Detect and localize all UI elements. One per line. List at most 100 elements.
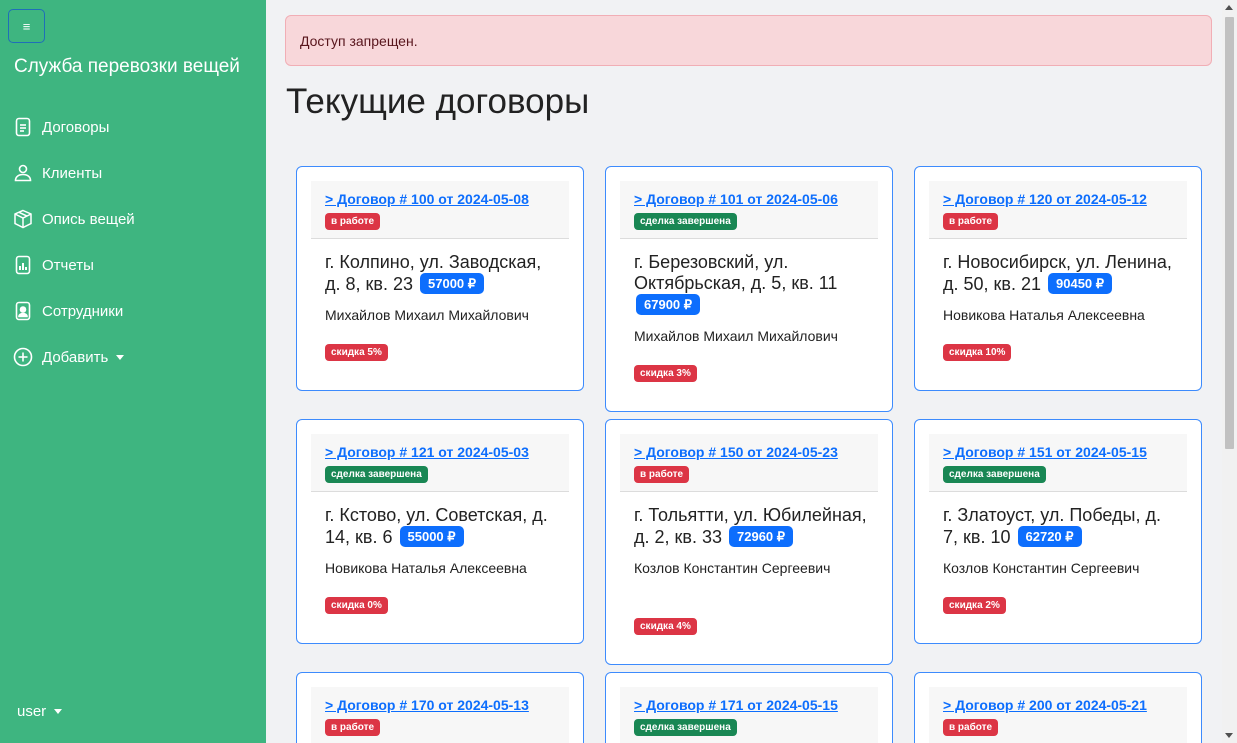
contract-link[interactable]: > Договор # 151 от 2024-05-15	[943, 444, 1173, 460]
user-menu[interactable]: user	[17, 703, 63, 720]
contract-link[interactable]: > Договор # 120 от 2024-05-12	[943, 191, 1173, 207]
contract-link[interactable]: > Договор # 170 от 2024-05-13	[325, 697, 555, 713]
price-badge: 55000 ₽	[399, 526, 464, 547]
address: г. Березовский, ул. Октябрьская, д. 5, к…	[634, 252, 868, 316]
status-badge: в работе	[943, 213, 999, 230]
sidebar-item-clients[interactable]: Клиенты	[12, 150, 135, 196]
card-header: > Договор # 101 от 2024-05-06 сделка зав…	[620, 181, 878, 239]
status-badge: в работе	[325, 719, 381, 736]
sidebar-item-label: Отчеты	[42, 256, 94, 274]
contract-link[interactable]: > Договор # 200 от 2024-05-21	[943, 697, 1173, 713]
discount-badge: скидка 10%	[943, 344, 1012, 361]
sidebar-item-label: Опись вещей	[42, 210, 135, 228]
contract-card: > Договор # 121 от 2024-05-03 сделка зав…	[296, 419, 584, 644]
card-header: > Договор # 170 от 2024-05-13 в работе	[311, 687, 569, 743]
contract-card: > Договор # 150 от 2024-05-23 в работе г…	[605, 419, 893, 665]
card-header: > Договор # 150 от 2024-05-23 в работе	[620, 434, 878, 492]
sidebar: ≡ Служба перевозки вещей Договоры Клиент…	[0, 0, 266, 743]
sidebar-nav: Договоры Клиенты Опись вещей Отчеты Сотр…	[12, 104, 135, 380]
client-name: Козлов Константин Сергеевич	[634, 560, 831, 576]
contract-link[interactable]: > Договор # 101 от 2024-05-06	[634, 191, 864, 207]
discount-badge: скидка 3%	[634, 365, 697, 382]
contract-link[interactable]: > Договор # 121 от 2024-05-03	[325, 444, 555, 460]
vertical-scrollbar[interactable]	[1222, 0, 1237, 743]
client-name: Михайлов Михаил Михайлович	[634, 328, 838, 344]
client-name: Новикова Наталья Алексеевна	[943, 307, 1145, 323]
discount-badge: скидка 2%	[943, 597, 1006, 614]
scroll-up-arrow-icon[interactable]	[1225, 5, 1233, 10]
scroll-down-arrow-icon[interactable]	[1225, 733, 1233, 738]
address: г. Тольятти, ул. Юбилейная, д. 2, кв. 33…	[634, 505, 868, 548]
address: г. Кстово, ул. Советская, д. 14, кв. 6 5…	[325, 505, 559, 548]
card-header: > Договор # 200 от 2024-05-21 в работе	[929, 687, 1187, 743]
discount-badge: скидка 4%	[634, 618, 697, 635]
address-text: г. Березовский, ул. Октябрьская, д. 5, к…	[634, 252, 838, 293]
price-badge: 90450 ₽	[1048, 273, 1113, 294]
brand-title: Служба перевозки вещей	[14, 56, 240, 77]
sidebar-item-employees[interactable]: Сотрудники	[12, 288, 135, 334]
bar-chart-file-icon	[12, 253, 34, 277]
caret-down-icon	[54, 709, 63, 714]
price-badge: 62720 ₽	[1017, 526, 1082, 547]
file-text-icon	[12, 115, 34, 139]
contract-card: > Договор # 171 от 2024-05-15 сделка зав…	[605, 672, 893, 743]
price-badge: 57000 ₽	[420, 273, 485, 294]
card-header: > Договор # 171 от 2024-05-15 сделка зав…	[620, 687, 878, 743]
box-icon	[12, 207, 34, 231]
sidebar-item-label: Добавить	[42, 348, 109, 366]
scroll-thumb[interactable]	[1225, 17, 1234, 449]
card-body: г. Новосибирск, ул. Ленина, д. 50, кв. 2…	[943, 252, 1177, 323]
discount-badge: скидка 0%	[325, 597, 388, 614]
card-header: > Договор # 121 от 2024-05-03 сделка зав…	[311, 434, 569, 492]
card-header: > Договор # 151 от 2024-05-15 сделка зав…	[929, 434, 1187, 492]
address: г. Новосибирск, ул. Ленина, д. 50, кв. 2…	[943, 252, 1177, 295]
card-body: г. Березовский, ул. Октябрьская, д. 5, к…	[634, 252, 868, 344]
card-body: г. Кстово, ул. Советская, д. 14, кв. 6 5…	[325, 505, 559, 576]
status-badge: сделка завершена	[325, 466, 428, 483]
status-badge: в работе	[634, 466, 690, 483]
contract-link[interactable]: > Договор # 100 от 2024-05-08	[325, 191, 555, 207]
menu-icon: ≡	[22, 18, 31, 34]
contract-card: > Договор # 170 от 2024-05-13 в работе	[296, 672, 584, 743]
status-badge: сделка завершена	[634, 719, 737, 736]
card-body: г. Колпино, ул. Заводская, д. 8, кв. 23 …	[325, 252, 559, 323]
sidebar-item-reports[interactable]: Отчеты	[12, 242, 135, 288]
sidebar-item-label: Сотрудники	[42, 302, 124, 320]
user-name: user	[17, 703, 47, 720]
sidebar-item-inventory[interactable]: Опись вещей	[12, 196, 135, 242]
main-content: Доступ запрещен. Текущие договоры > Дого…	[266, 0, 1222, 743]
card-body: г. Тольятти, ул. Юбилейная, д. 2, кв. 33…	[634, 505, 868, 576]
card-body: г. Златоуст, ул. Победы, д. 7, кв. 10 62…	[943, 505, 1177, 576]
contract-card: > Договор # 120 от 2024-05-12 в работе г…	[914, 166, 1202, 391]
client-name: Михайлов Михаил Михайлович	[325, 307, 529, 323]
status-badge: сделка завершена	[943, 466, 1046, 483]
contract-link[interactable]: > Договор # 171 от 2024-05-15	[634, 697, 864, 713]
alert-access-denied: Доступ запрещен.	[285, 15, 1212, 66]
price-badge: 72960 ₽	[729, 526, 794, 547]
person-badge-icon	[12, 299, 34, 323]
page-title: Текущие договоры	[286, 82, 590, 121]
contract-link[interactable]: > Договор # 150 от 2024-05-23	[634, 444, 864, 460]
address: г. Златоуст, ул. Победы, д. 7, кв. 10 62…	[943, 505, 1177, 548]
contract-card: > Договор # 100 от 2024-05-08 в работе г…	[296, 166, 584, 391]
plus-circle-icon	[12, 345, 34, 369]
caret-down-icon	[116, 354, 125, 360]
person-icon	[12, 161, 34, 185]
card-header: > Договор # 100 от 2024-05-08 в работе	[311, 181, 569, 239]
sidebar-item-contracts[interactable]: Договоры	[12, 104, 135, 150]
price-badge: 67900 ₽	[636, 294, 701, 315]
address: г. Колпино, ул. Заводская, д. 8, кв. 23 …	[325, 252, 559, 295]
status-badge: в работе	[943, 719, 999, 736]
contract-card: > Договор # 101 от 2024-05-06 сделка зав…	[605, 166, 893, 412]
discount-badge: скидка 5%	[325, 344, 388, 361]
sidebar-item-label: Договоры	[42, 118, 110, 136]
status-badge: в работе	[325, 213, 381, 230]
contract-card: > Договор # 200 от 2024-05-21 в работе	[914, 672, 1202, 743]
card-header: > Договор # 120 от 2024-05-12 в работе	[929, 181, 1187, 239]
sidebar-item-add-dropdown[interactable]: Добавить	[12, 334, 135, 380]
sidebar-item-label: Клиенты	[42, 164, 103, 182]
client-name: Новикова Наталья Алексеевна	[325, 560, 527, 576]
sidebar-toggle-button[interactable]: ≡	[8, 9, 45, 43]
client-name: Козлов Константин Сергеевич	[943, 560, 1140, 576]
contract-card: > Договор # 151 от 2024-05-15 сделка зав…	[914, 419, 1202, 644]
